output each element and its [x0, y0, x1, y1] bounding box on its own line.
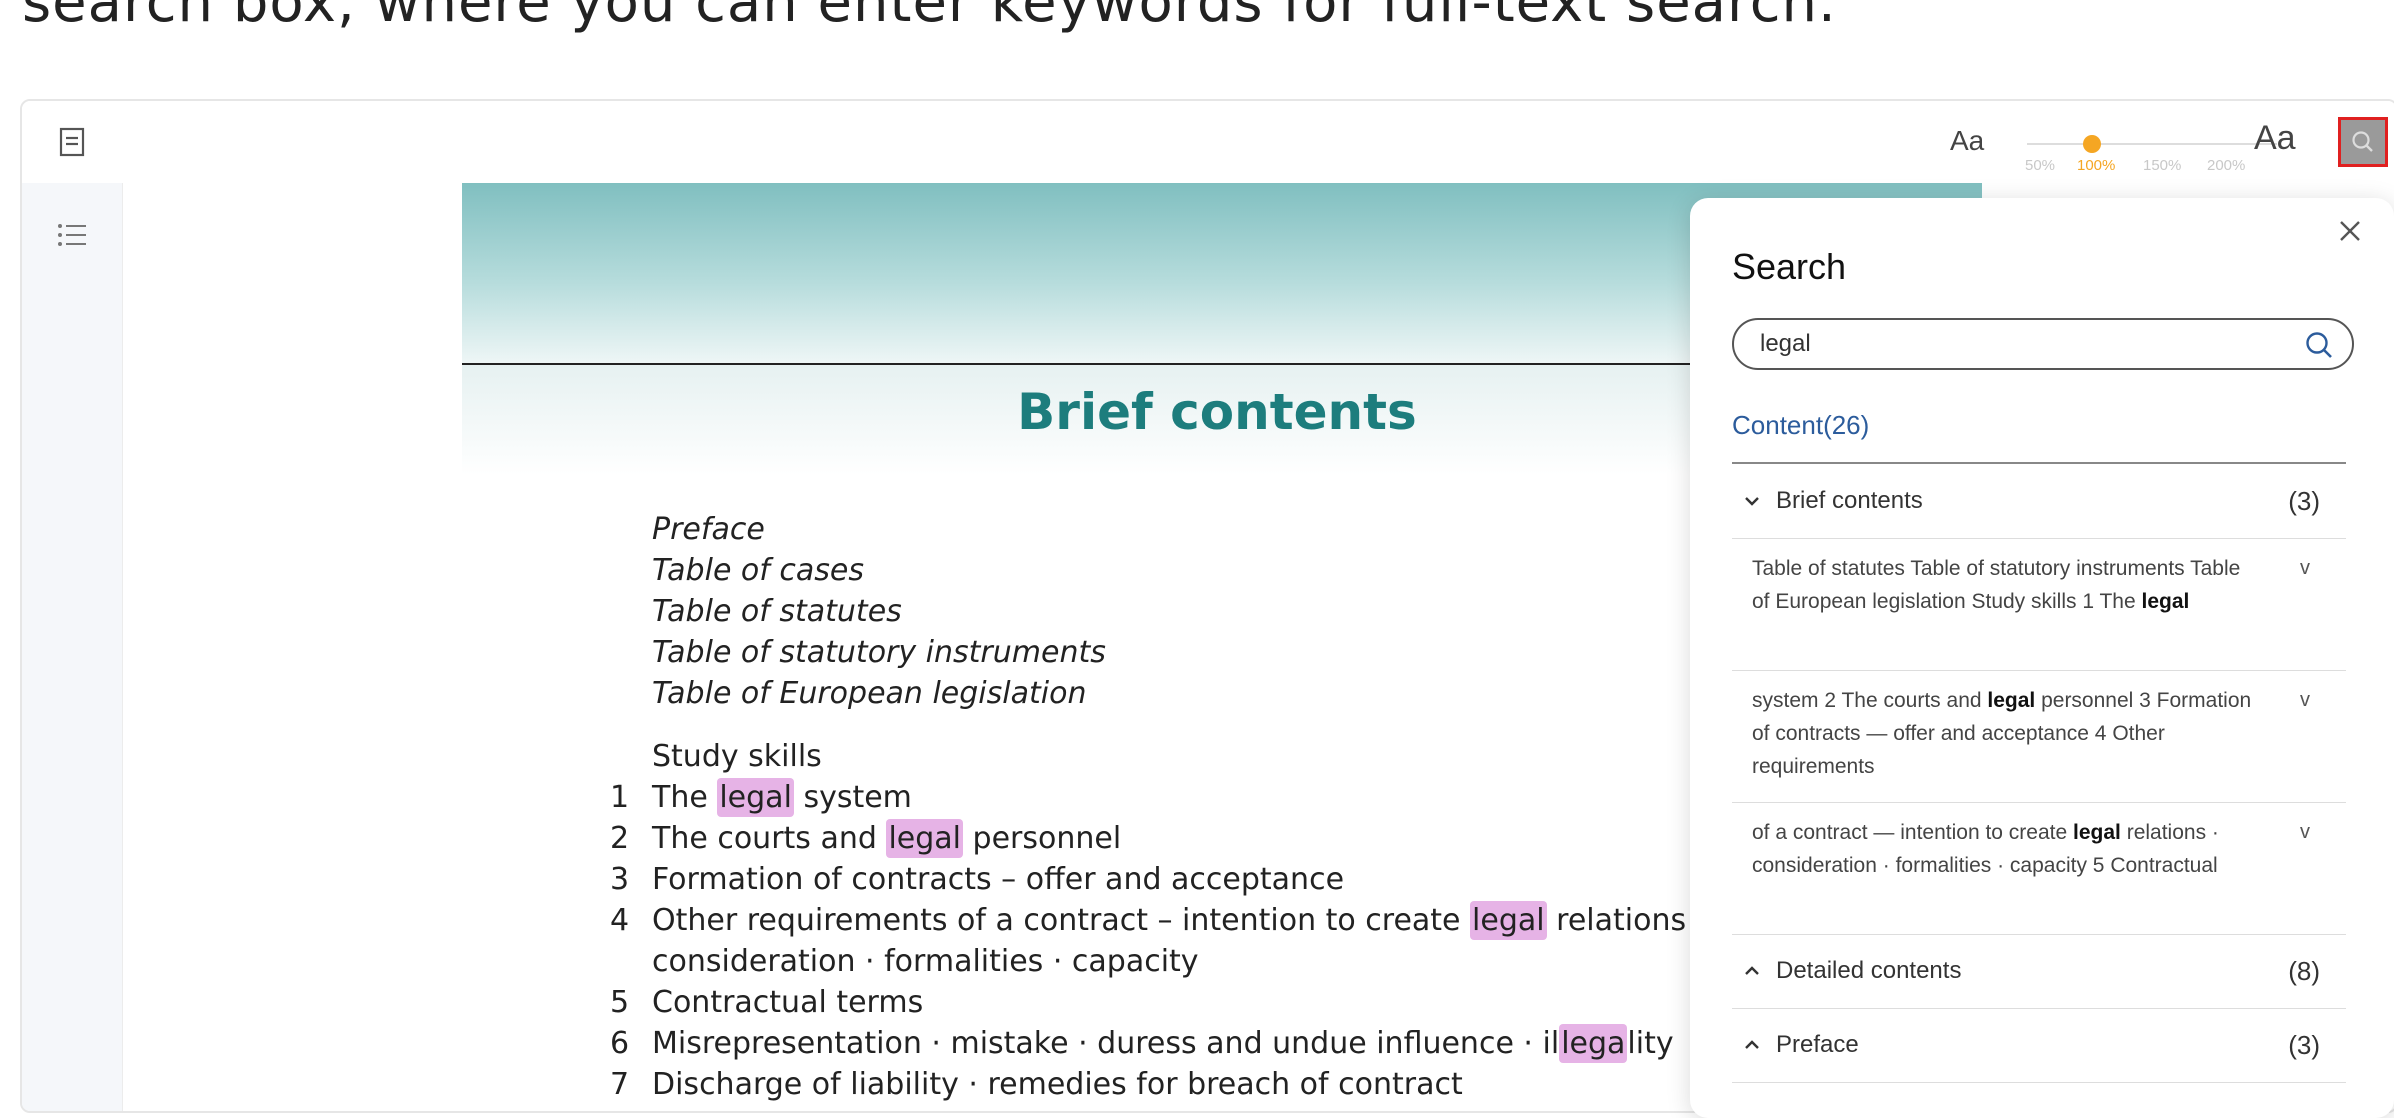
expand-result-toggle[interactable]: v: [2300, 552, 2310, 585]
chapter-text: system: [793, 780, 912, 815]
chapter-text: The: [652, 780, 718, 815]
font-increase-label[interactable]: Aa: [2254, 119, 2296, 158]
chevron-down-icon: [1732, 496, 1772, 506]
chapter-text: Misrepresentation · mistake · duress and…: [652, 1026, 1560, 1061]
search-toggle-button[interactable]: [2338, 117, 2388, 167]
chapter-number: 3: [610, 862, 630, 897]
zoom-option[interactable]: 150%: [2143, 157, 2181, 174]
zoom-option[interactable]: 50%: [2025, 157, 2055, 174]
result-group-count: (3): [2288, 1029, 2320, 1060]
result-group-count: (8): [2288, 955, 2320, 986]
chapter-number: 4: [610, 903, 630, 938]
result-snippet: of a contract — intention to create lega…: [1752, 816, 2252, 882]
result-snippet: system 2 The courts and legal personnel …: [1752, 684, 2252, 783]
close-icon[interactable]: [2336, 216, 2364, 253]
expand-result-toggle[interactable]: v: [2300, 684, 2310, 717]
toc-chapter[interactable]: 6 Misrepresentation · mistake · duress a…: [610, 1023, 1705, 1064]
toc-spacer: [610, 714, 1705, 736]
chapter-text: Contractual terms: [652, 985, 924, 1020]
toc-chapter[interactable]: 2 The courts and legal personnel: [610, 818, 1705, 859]
toc-chapter[interactable]: 3 Formation of contracts – offer and acc…: [610, 859, 1705, 900]
result-group-count: (3): [2288, 485, 2320, 516]
search-panel: Search Content(26) Brief contents (3) Ta…: [1690, 198, 2394, 1118]
toc-chapter[interactable]: 7 Discharge of liability · remedies for …: [610, 1064, 1705, 1105]
result-hit: legal: [2141, 590, 2190, 613]
search-panel-title: Search: [1732, 246, 1847, 287]
search-highlight: legal: [886, 819, 963, 858]
toc-front-item[interactable]: Table of cases: [610, 550, 1705, 591]
search-highlight: lega: [1559, 1024, 1628, 1063]
chapter-text: lity: [1627, 1026, 1674, 1061]
search-highlight: legal: [717, 778, 794, 817]
content-result-count[interactable]: Content(26): [1732, 410, 1869, 441]
zoom-option-selected[interactable]: 100%: [2077, 157, 2115, 174]
result-hit: legal: [2073, 821, 2121, 844]
search-result-item[interactable]: of a contract — intention to create lega…: [1732, 802, 2346, 935]
result-snippet-text: system 2 The courts and: [1752, 689, 1988, 712]
toc-front-item[interactable]: Table of statutes: [610, 591, 1705, 632]
left-sidebar: [22, 183, 123, 1111]
chapter-number: 1: [610, 780, 630, 815]
bookmark-list-icon[interactable]: [52, 122, 92, 162]
chevron-up-icon: [1732, 966, 1772, 976]
instruction-caption: search box, where you can enter keywords…: [22, 0, 1837, 35]
result-group-name: Preface: [1776, 1031, 1859, 1058]
result-group-brief-contents[interactable]: Brief contents (3): [1732, 464, 2346, 539]
search-highlight: legal: [1470, 901, 1547, 940]
result-group-preface[interactable]: Preface (3): [1732, 1008, 2346, 1083]
chapter-number: 6: [610, 1026, 630, 1061]
search-result-item[interactable]: Table of statutes Table of statutory ins…: [1732, 538, 2346, 671]
chevron-up-icon: [1732, 1040, 1772, 1050]
search-input[interactable]: [1758, 329, 2282, 359]
chapter-text: consideration · formalities · capacity: [652, 944, 1199, 979]
result-group-name: Brief contents: [1776, 487, 1923, 514]
toc-front-item[interactable]: Table of statutory instruments: [610, 632, 1705, 673]
table-of-contents-icon[interactable]: [52, 215, 92, 255]
search-field[interactable]: [1732, 318, 2354, 370]
result-group-detailed-contents[interactable]: Detailed contents (8): [1732, 934, 2346, 1009]
zoom-slider-knob[interactable]: [2083, 135, 2101, 153]
chapter-text: relations ·: [1546, 903, 1706, 938]
toc-chapter-continued[interactable]: consideration · formalities · capacity: [610, 941, 1705, 982]
chapter-number: [610, 941, 652, 982]
chapter-number: 5: [610, 985, 630, 1020]
expand-result-toggle[interactable]: v: [2300, 816, 2310, 849]
zoom-option[interactable]: 200%: [2207, 157, 2245, 174]
toc-chapter[interactable]: 4 Other requirements of a contract – int…: [610, 900, 1705, 941]
result-snippet-text: of a contract — intention to create: [1752, 821, 2074, 844]
search-icon[interactable]: [2304, 330, 2334, 365]
chapter-text: personnel: [963, 821, 1122, 856]
chapter-text: Formation of contracts – offer and accep…: [652, 862, 1345, 897]
result-group-name: Detailed contents: [1776, 957, 1962, 984]
toc-front-item[interactable]: Preface: [610, 509, 1705, 550]
chapter-number: 7: [610, 1067, 630, 1102]
brief-contents-list: Preface Table of cases Table of statutes…: [610, 509, 1705, 1105]
chapter-text: Discharge of liability · remedies for br…: [652, 1067, 1463, 1102]
chapter-text: Other requirements of a contract – inten…: [652, 903, 1471, 938]
result-snippet: Table of statutes Table of statutory ins…: [1752, 552, 2252, 618]
zoom-slider[interactable]: 50% 100% 150% 200%: [2007, 115, 2287, 175]
result-hit: legal: [1987, 689, 2036, 712]
font-decrease-label[interactable]: Aa: [1950, 125, 1984, 157]
search-icon: [2352, 131, 2373, 152]
search-result-item[interactable]: system 2 The courts and legal personnel …: [1732, 670, 2346, 803]
chapter-text: The courts and: [652, 821, 887, 856]
chapter-number: 2: [610, 821, 630, 856]
toc-front-item[interactable]: Table of European legislation: [610, 673, 1705, 714]
toc-chapter[interactable]: 1 The legal system: [610, 777, 1705, 818]
top-toolbar: Aa 50% 100% 150% 200% Aa: [22, 101, 2394, 183]
toc-study-skills[interactable]: Study skills: [610, 736, 1705, 777]
toc-chapter[interactable]: 5 Contractual terms: [610, 982, 1705, 1023]
